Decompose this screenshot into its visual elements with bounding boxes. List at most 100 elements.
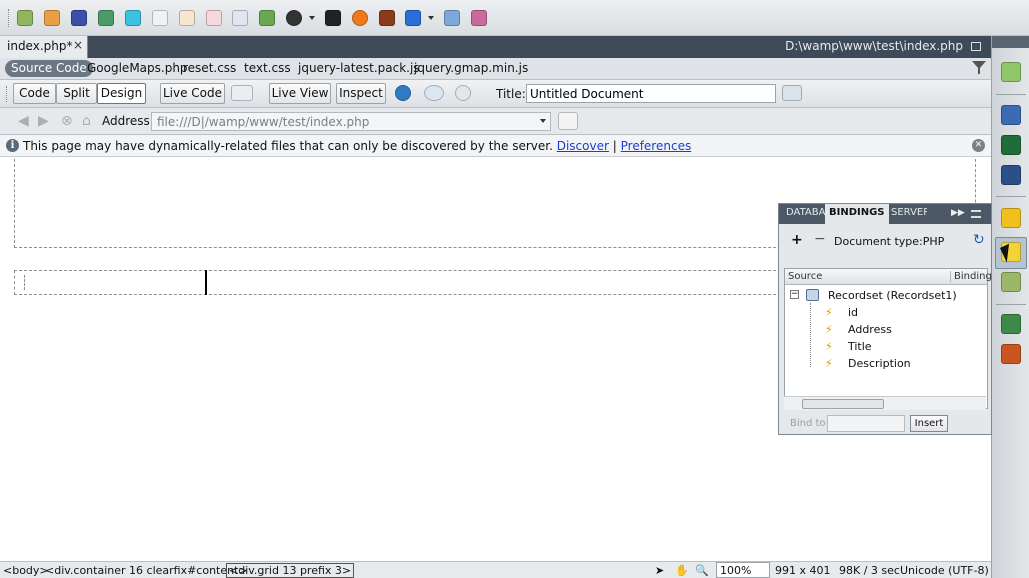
databases-icon[interactable] — [1001, 208, 1021, 228]
insert-layout-icon[interactable] — [98, 10, 114, 26]
tree-item-field[interactable]: Title — [848, 340, 872, 353]
insert-flash-icon[interactable] — [352, 10, 368, 26]
related-file[interactable]: GoogleMaps.php — [87, 61, 188, 75]
insert-table-icon[interactable] — [44, 10, 60, 26]
related-file[interactable]: jquery.gmap.min.js — [414, 61, 528, 75]
download-size: 98K / 3 sec — [839, 564, 900, 577]
insert-data-icon[interactable] — [206, 10, 222, 26]
insert-video-icon[interactable] — [286, 10, 302, 26]
insert-template-icon[interactable] — [379, 10, 395, 26]
hand-tool-icon[interactable]: ✋ — [675, 564, 689, 577]
css-styles-icon[interactable] — [1001, 105, 1021, 125]
browse-options-icon[interactable] — [558, 112, 578, 130]
insert-tag-chooser-icon[interactable] — [444, 10, 460, 26]
toolbar-grip — [6, 86, 7, 102]
bind-to-select[interactable] — [827, 415, 905, 432]
strip-header[interactable] — [992, 36, 1029, 48]
tree-item-field[interactable]: Address — [848, 323, 892, 336]
insert-button[interactable]: Insert — [910, 415, 948, 432]
insert-image-icon[interactable] — [71, 10, 87, 26]
insert-grid-icon[interactable] — [405, 10, 421, 26]
insert-snippet-icon[interactable] — [471, 10, 487, 26]
insert-favorites-icon[interactable] — [232, 10, 248, 26]
video-dropdown-icon[interactable] — [309, 16, 315, 20]
live-code-button[interactable]: Live Code — [160, 83, 225, 104]
address-dropdown-icon[interactable] — [540, 119, 546, 123]
title-input[interactable] — [526, 84, 776, 103]
document-tab[interactable]: index.php* × — [0, 36, 88, 58]
files-icon[interactable] — [1001, 314, 1021, 334]
tag-inspector-icon[interactable] — [1001, 165, 1021, 185]
assets-icon[interactable] — [1001, 344, 1021, 364]
related-file[interactable]: text.css — [244, 61, 291, 75]
visual-aids-icon[interactable] — [424, 85, 444, 101]
preferences-link[interactable]: Preferences — [621, 139, 692, 153]
ap-elements-icon[interactable] — [1001, 135, 1021, 155]
live-view-button[interactable]: Live View — [269, 83, 331, 104]
tab-server-behaviors[interactable]: SERVER — [891, 207, 927, 218]
stop-icon[interactable]: ⊗ — [61, 113, 73, 129]
remove-binding-button[interactable]: − — [814, 231, 826, 247]
insert-spry-icon[interactable] — [179, 10, 195, 26]
preview-globe-icon[interactable] — [395, 85, 411, 101]
scrollbar-thumb[interactable] — [802, 399, 884, 409]
document-toolbar: Code Split Design Live Code Live View In… — [0, 80, 991, 108]
insert-form-icon[interactable] — [152, 10, 168, 26]
zoom-tool-icon[interactable]: 🔍 — [695, 564, 709, 577]
info-icon: i — [6, 139, 19, 152]
insert-widget-icon[interactable] — [325, 10, 341, 26]
related-source-code[interactable]: Source Code — [5, 60, 93, 77]
tab-databases[interactable]: DATABA — [786, 207, 826, 218]
file-management-icon[interactable] — [782, 85, 802, 101]
column-source[interactable]: Source — [788, 271, 822, 282]
insert-panel-icon[interactable] — [1001, 62, 1021, 82]
home-icon[interactable]: ⌂ — [82, 113, 91, 129]
close-info-icon[interactable]: ✕ — [972, 139, 985, 152]
more-tabs-icon[interactable]: ▶▶ — [951, 208, 965, 218]
tree-item-field[interactable]: id — [848, 306, 858, 319]
address-input[interactable] — [151, 112, 551, 131]
filter-icon-stem — [978, 68, 980, 74]
tag-selector-body[interactable]: <body> — [3, 564, 49, 577]
address-label: Address: — [102, 114, 154, 128]
related-file[interactable]: reset.css — [183, 61, 236, 75]
split-view-button[interactable]: Split — [56, 83, 97, 104]
zoom-select[interactable]: 100% — [716, 562, 770, 578]
related-file[interactable]: jquery-latest.pack.js — [298, 61, 420, 75]
code-view-button[interactable]: Code — [13, 83, 56, 104]
check-browser-icon[interactable] — [231, 85, 253, 101]
refresh-icon[interactable] — [455, 85, 471, 101]
select-tool-icon[interactable]: ➤ — [655, 564, 664, 577]
inspect-button[interactable]: Inspect — [336, 83, 386, 104]
column-binding[interactable]: Binding — [950, 271, 992, 282]
window-size[interactable]: 991 x 401 — [775, 564, 831, 577]
restore-window-icon[interactable] — [971, 42, 981, 51]
insert-media-icon[interactable] — [259, 10, 275, 26]
insert-common-icon[interactable] — [17, 10, 33, 26]
back-icon[interactable]: ◀ — [18, 113, 29, 129]
info-message-line: This page may have dynamically-related f… — [23, 139, 691, 153]
status-bar: <body> <div.container 16 clearfix#conten… — [0, 561, 991, 578]
toolbar-grip[interactable] — [8, 9, 11, 27]
collapse-icon[interactable]: − — [790, 290, 799, 299]
close-tab-icon[interactable]: × — [73, 38, 83, 52]
discover-link[interactable]: Discover — [557, 139, 609, 153]
refresh-icon[interactable]: ↻ — [973, 232, 985, 248]
info-separator: | — [612, 139, 617, 153]
tab-bindings[interactable]: BINDINGS — [825, 204, 889, 224]
forward-icon[interactable]: ▶ — [38, 113, 49, 129]
horizontal-scrollbar[interactable] — [784, 396, 986, 410]
tree-item-field[interactable]: Description — [848, 357, 911, 370]
tree-item-recordset[interactable]: Recordset (Recordset1) — [828, 289, 957, 302]
tag-selector-grid[interactable]: <div.grid 13 prefix 3> — [226, 563, 355, 578]
title-label: Title: — [496, 87, 526, 101]
insert-div-icon[interactable] — [125, 10, 141, 26]
tag-selector-container[interactable]: <div.container 16 clearfix#content> — [45, 564, 248, 577]
design-view-button[interactable]: Design — [97, 83, 146, 104]
bindings-tree[interactable]: Source Binding − Recordset (Recordset1) … — [784, 268, 992, 409]
panel-menu-icon[interactable] — [971, 210, 981, 218]
related-files-bar: Source Code GoogleMaps.php reset.css tex… — [0, 58, 991, 80]
grid-dropdown-icon[interactable] — [428, 16, 434, 20]
add-binding-button[interactable]: + — [791, 232, 803, 248]
server-behaviors-icon[interactable] — [1001, 272, 1021, 292]
